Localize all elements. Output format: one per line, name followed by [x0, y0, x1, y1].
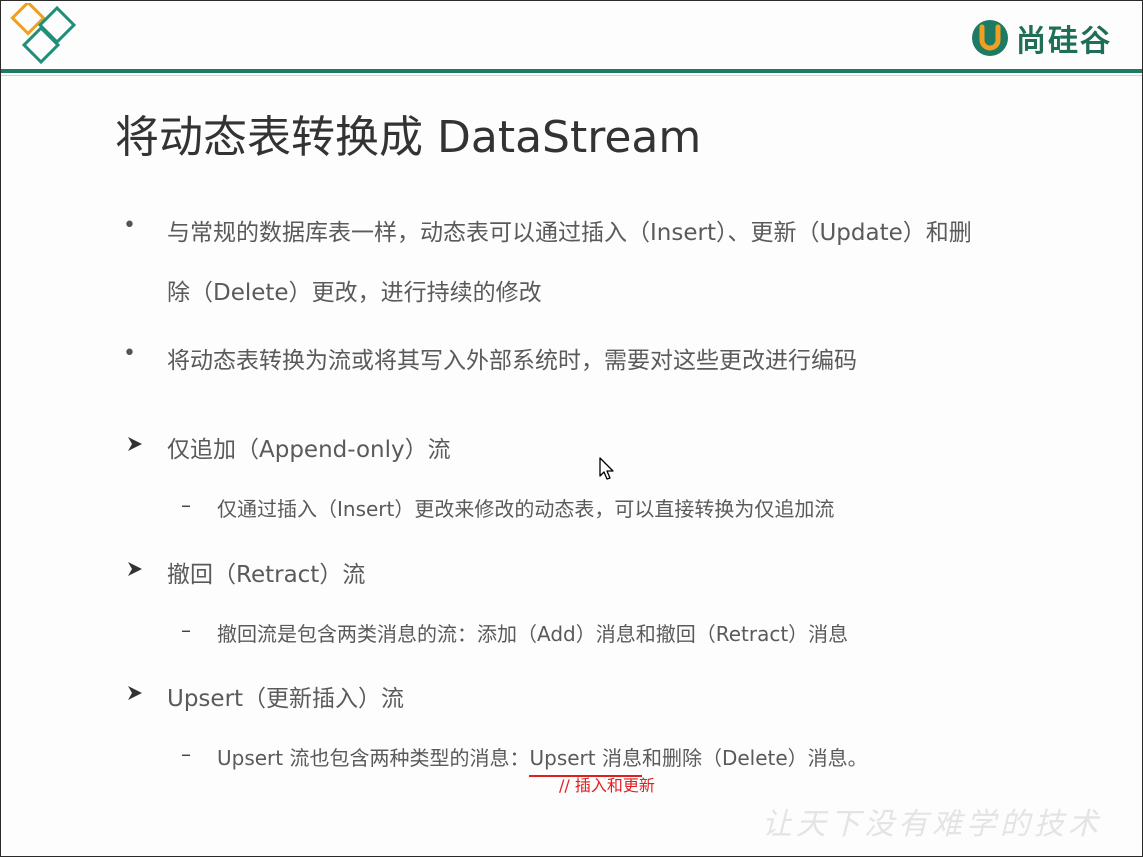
section-heading-text: 仅追加（Append-only）流 — [167, 437, 451, 463]
arrow-bullet-icon — [128, 437, 142, 451]
mouse-cursor-icon — [599, 457, 614, 480]
bullet-dot: • — [123, 213, 136, 238]
section-heading-text: Upsert（更新插入）流 — [167, 686, 405, 712]
header-divider — [1, 69, 1142, 73]
arrow-bullet-icon — [128, 562, 142, 576]
section-detail-text: 撤回流是包含两类消息的流：添加（Add）消息和撤回（Retract）消息 — [217, 622, 849, 646]
watermark-slogan: 让天下没有难学的技术 — [762, 807, 1102, 842]
detail-prefix: Upsert 流也包含两种类型的消息： — [217, 746, 530, 770]
brand-mark-icon — [972, 20, 1008, 56]
handwritten-annotation: // 插入和更新 — [559, 776, 655, 795]
brand-logo: 尚硅谷 — [970, 15, 1112, 61]
header-divider-thin — [1, 75, 1142, 76]
dash-bullet: – — [181, 493, 191, 517]
section-heading-text: 撤回（Retract）流 — [167, 562, 366, 588]
diamond-logo-icon — [10, 3, 77, 65]
arrow-bullet-icon — [128, 686, 142, 700]
detail-suffix: 和删除（Delete）消息。 — [641, 746, 868, 770]
page-title: 将动态表转换成 DataStream — [115, 112, 702, 163]
section-detail-text: Upsert 流也包含两种类型的消息：Upsert 消息和删除（Delete）消… — [217, 742, 868, 777]
dash-bullet: – — [181, 618, 191, 642]
dash-bullet: – — [181, 742, 191, 766]
slide: 尚硅谷 将动态表转换成 DataStream • 与常规的数据库表一样，动态表可… — [0, 0, 1143, 857]
highlighted-term: Upsert 消息 — [529, 742, 643, 777]
bullet-text: 除（Delete）更改，进行持续的修改 — [167, 280, 542, 306]
section-detail-text: 仅通过插入（Insert）更改来修改的动态表，可以直接转换为仅追加流 — [217, 497, 835, 521]
bullet-dot: • — [123, 341, 136, 366]
bullet-text: 将动态表转换为流或将其写入外部系统时，需要对这些更改进行编码 — [167, 348, 857, 374]
bullet-text: 与常规的数据库表一样，动态表可以通过插入（Insert）、更新（Update）和… — [167, 220, 972, 246]
brand-name: 尚硅谷 — [1016, 24, 1112, 59]
